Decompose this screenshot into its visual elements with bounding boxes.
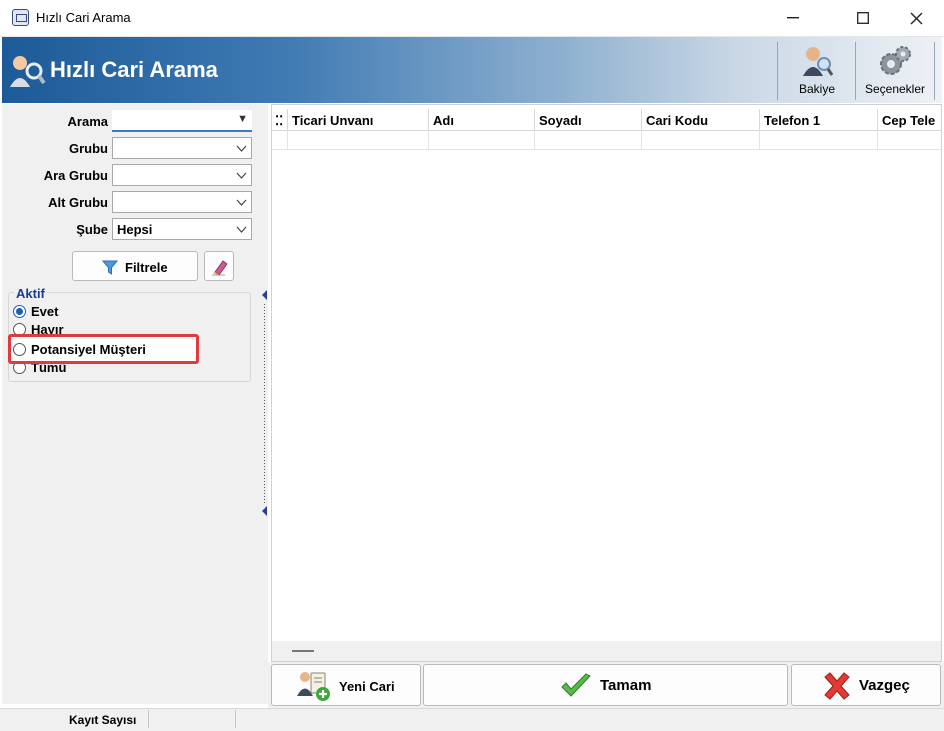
chevron-down-icon xyxy=(236,145,247,152)
column-chooser-icon[interactable]: ⁚⁚ xyxy=(272,109,288,130)
vazgec-button[interactable]: Vazgeç xyxy=(791,664,941,706)
radio-evet[interactable] xyxy=(13,305,26,318)
arama-label: Arama xyxy=(67,114,108,129)
radio-potansiyel-musteri[interactable] xyxy=(13,343,26,356)
column-soyadi[interactable]: Soyadı xyxy=(535,109,642,130)
column-telefon-1[interactable]: Telefon 1 xyxy=(760,109,878,130)
balance-search-icon xyxy=(803,47,834,76)
table-cell[interactable] xyxy=(878,130,941,150)
status-bar xyxy=(0,708,944,731)
aktif-group-title: Aktif xyxy=(14,286,47,301)
ara-grubu-combo[interactable] xyxy=(112,164,252,186)
filtrele-label: Filtrele xyxy=(125,260,168,275)
maximize-icon xyxy=(857,12,869,24)
kayit-sayisi-label: Kayıt Sayısı xyxy=(69,713,137,727)
yeni-cari-button[interactable]: Yeni Cari xyxy=(271,664,421,706)
minimize-icon xyxy=(787,17,799,19)
new-customer-icon xyxy=(297,672,330,701)
table-row[interactable] xyxy=(272,130,288,150)
radio-potansiyel-musteri-label: Potansiyel Müşteri xyxy=(31,342,146,357)
bakiye-button[interactable]: Bakiye xyxy=(780,40,854,102)
column-ticari-unvani[interactable]: Ticari Unvanı xyxy=(288,109,429,130)
clear-filter-button[interactable] xyxy=(204,251,234,281)
results-grid[interactable]: ⁚⁚ Ticari Unvanı Adı Soyadı Cari Kodu Te… xyxy=(271,104,942,662)
sube-label: Şube xyxy=(76,222,108,237)
dropdown-arrow-icon: ▼ xyxy=(237,113,248,125)
grubu-combo[interactable] xyxy=(112,137,252,159)
yeni-cari-label: Yeni Cari xyxy=(339,679,395,694)
window-title: Hızlı Cari Arama xyxy=(36,10,131,25)
toolbar-divider xyxy=(934,42,935,100)
horizontal-scrollbar[interactable] xyxy=(272,641,941,661)
grubu-label: Grubu xyxy=(69,141,108,156)
close-icon xyxy=(910,12,922,24)
page-title: Hızlı Cari Arama xyxy=(50,57,218,82)
ara-grubu-label: Ara Grubu xyxy=(43,168,108,183)
arama-combo[interactable]: ▼ xyxy=(112,110,252,132)
sube-value: Hepsi xyxy=(117,222,153,237)
chevron-down-icon xyxy=(236,226,247,233)
chevron-down-icon xyxy=(236,172,247,179)
filtrele-button[interactable]: Filtrele xyxy=(72,251,198,281)
table-cell[interactable] xyxy=(288,130,429,150)
column-cari-kodu[interactable]: Cari Kodu xyxy=(642,109,760,130)
app-icon xyxy=(12,9,29,26)
grid-header: ⁚⁚ Ticari Unvanı Adı Soyadı Cari Kodu Te… xyxy=(272,109,941,131)
eraser-icon xyxy=(212,260,228,276)
tamam-button[interactable]: Tamam xyxy=(423,664,788,706)
sube-combo[interactable]: Hepsi xyxy=(112,218,252,240)
toolbar-divider xyxy=(777,42,778,100)
close-button[interactable] xyxy=(893,0,939,36)
alt-grubu-label: Alt Grubu xyxy=(48,195,108,210)
maximize-button[interactable] xyxy=(840,0,886,36)
secenekler-button[interactable]: Seçenekler xyxy=(858,40,932,102)
panel-splitter[interactable] xyxy=(259,290,268,522)
scrollbar-thumb[interactable] xyxy=(292,650,314,652)
table-cell[interactable] xyxy=(760,130,878,150)
toolbar-divider xyxy=(855,42,856,100)
tamam-label: Tamam xyxy=(600,677,652,694)
checkmark-icon xyxy=(561,673,591,697)
table-cell[interactable] xyxy=(642,130,760,150)
status-divider xyxy=(148,710,149,728)
minimize-button[interactable] xyxy=(770,0,816,36)
table-cell[interactable] xyxy=(429,130,535,150)
chevron-down-icon xyxy=(236,199,247,206)
filter-icon xyxy=(102,260,118,275)
column-adi[interactable]: Adı xyxy=(429,109,535,130)
gear-icon xyxy=(880,46,911,75)
secenekler-label: Seçenekler xyxy=(864,82,926,96)
alt-grubu-combo[interactable] xyxy=(112,191,252,213)
user-search-icon xyxy=(10,56,46,87)
cancel-x-icon xyxy=(824,672,850,700)
vazgec-label: Vazgeç xyxy=(859,677,910,694)
column-cep-telefonu[interactable]: Cep Tele xyxy=(878,109,941,130)
table-cell[interactable] xyxy=(535,130,642,150)
status-divider xyxy=(235,710,236,728)
radio-evet-label: Evet xyxy=(31,304,59,319)
bakiye-label: Bakiye xyxy=(798,82,836,96)
